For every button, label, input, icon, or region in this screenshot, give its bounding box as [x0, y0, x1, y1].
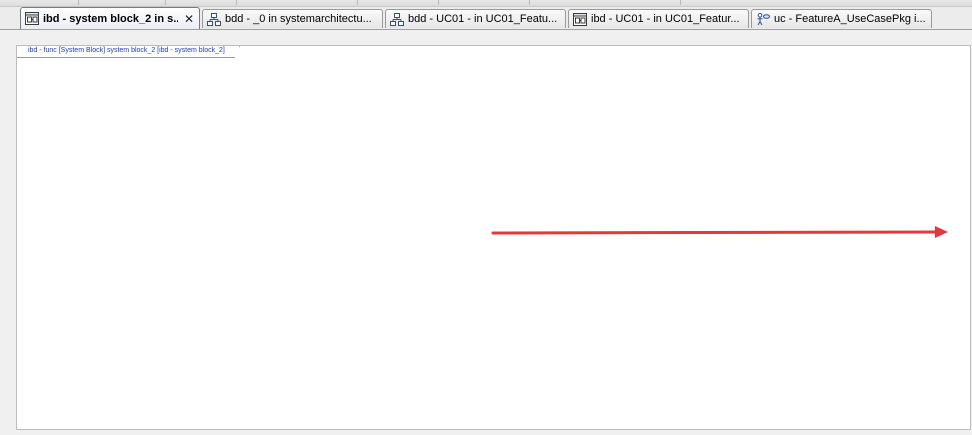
- toolbar-segment: [166, 0, 237, 5]
- use-case-diagram-icon: [757, 12, 770, 25]
- tab-label: bdd - _0 in systemarchitectu...: [225, 13, 372, 25]
- diagram-editor-window: ibd - system block_2 in s... ✕ bdd - _0 …: [0, 0, 972, 435]
- tab-bdd-uc01[interactable]: bdd - UC01 - in UC01_Featu...: [385, 9, 566, 28]
- diagram-tab-bar: ibd - system block_2 in s... ✕ bdd - _0 …: [0, 7, 972, 30]
- toolbar-segment: [530, 0, 681, 5]
- diagram-canvas-area[interactable]: ibd - func [System Block] system block_2…: [0, 30, 972, 435]
- tab-bdd-0[interactable]: bdd - _0 in systemarchitectu...: [202, 9, 383, 28]
- toolbar-segment: [358, 0, 439, 5]
- toolbar-segment: [439, 0, 530, 5]
- bdd-diagram-icon: [390, 12, 404, 26]
- tab-ibd-uc01[interactable]: ibd - UC01 - in UC01_Featur...: [568, 9, 749, 28]
- tab-label: uc - FeatureA_UseCasePkg i...: [774, 13, 926, 25]
- close-icon[interactable]: ✕: [184, 12, 194, 26]
- tab-ibd-system-block-2[interactable]: ibd - system block_2 in s... ✕: [20, 7, 200, 29]
- toolbar-segment: [0, 0, 79, 5]
- tab-label: ibd - UC01 - in UC01_Featur...: [591, 13, 740, 25]
- diagram-frame-label: ibd - func [System Block] system block_2…: [17, 46, 240, 58]
- toolbar-segment: [79, 0, 166, 5]
- tab-label: bdd - UC01 - in UC01_Featu...: [408, 13, 558, 25]
- ibd-diagram-frame[interactable]: ibd - func [System Block] system block_2…: [16, 45, 971, 430]
- tab-uc-featurea[interactable]: uc - FeatureA_UseCasePkg i...: [751, 9, 932, 28]
- tab-label: ibd - system block_2 in s...: [43, 12, 178, 25]
- ibd-diagram-icon: [573, 12, 587, 26]
- toolbar-segment: [237, 0, 358, 5]
- bdd-diagram-icon: [207, 12, 221, 26]
- ibd-diagram-icon: [25, 12, 39, 25]
- toolbar-strip: [0, 0, 972, 7]
